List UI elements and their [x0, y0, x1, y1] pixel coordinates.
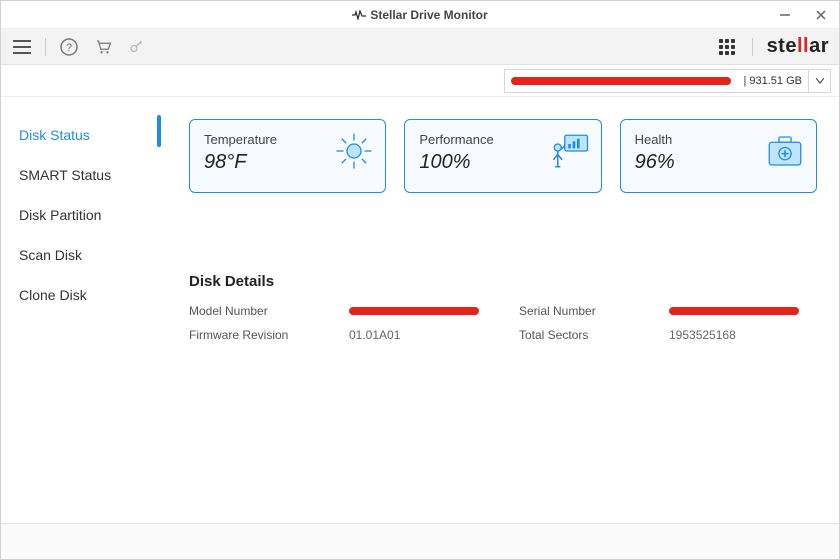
sidebar-item-disk-partition[interactable]: Disk Partition — [1, 195, 161, 235]
value-total-sectors: 1953525168 — [669, 328, 829, 342]
content: Temperature 98°F Performance 100% Health… — [161, 97, 839, 523]
sidebar-item-label: Scan Disk — [19, 247, 82, 263]
key-button[interactable] — [126, 36, 148, 58]
value-firmware: 01.01A01 — [349, 328, 519, 342]
chevron-down-icon — [816, 78, 824, 84]
value-model-number — [349, 307, 519, 315]
sun-icon — [333, 130, 375, 177]
medkit-icon — [764, 130, 806, 177]
apps-button[interactable] — [716, 36, 738, 58]
sidebar-item-disk-status[interactable]: Disk Status — [1, 115, 161, 155]
sidebar-item-clone-disk[interactable]: Clone Disk — [1, 275, 161, 315]
heartbeat-icon — [352, 10, 366, 20]
sidebar-item-label: SMART Status — [19, 167, 111, 183]
hamburger-icon — [13, 40, 31, 54]
cart-icon — [94, 38, 112, 56]
close-button[interactable] — [803, 1, 839, 28]
disk-details-grid: Model Number Serial Number Firmware Revi… — [189, 304, 817, 342]
window-title-text: Stellar Drive Monitor — [370, 8, 487, 22]
drive-size: | 931.51 GB — [737, 75, 808, 87]
sidebar-item-scan-disk[interactable]: Scan Disk — [1, 235, 161, 275]
window-title: Stellar Drive Monitor — [352, 8, 487, 22]
help-button[interactable]: ? — [58, 36, 80, 58]
drive-selector-caret[interactable] — [808, 70, 830, 92]
value-serial-number — [669, 307, 829, 315]
drive-selector[interactable]: | 931.51 GB — [504, 69, 831, 93]
label-model-number: Model Number — [189, 304, 349, 318]
drive-selector-row: | 931.51 GB — [1, 65, 839, 97]
redacted-bar — [669, 307, 799, 315]
svg-text:?: ? — [66, 42, 72, 54]
cart-button[interactable] — [92, 36, 114, 58]
body: Disk Status SMART Status Disk Partition … — [1, 97, 839, 523]
help-icon: ? — [60, 38, 78, 56]
window-controls — [767, 1, 839, 28]
disk-details-heading: Disk Details — [189, 273, 817, 290]
redacted-bar — [349, 307, 479, 315]
sidebar-item-label: Disk Status — [19, 127, 90, 143]
minimize-button[interactable] — [767, 1, 803, 28]
key-icon — [128, 38, 146, 56]
disk-details: Disk Details Model Number Serial Number … — [189, 273, 817, 342]
presentation-icon — [549, 130, 591, 177]
sidebar-item-label: Clone Disk — [19, 287, 87, 303]
card-health: Health 96% — [620, 119, 817, 193]
app-window: Stellar Drive Monitor ? — [0, 0, 840, 560]
card-temperature: Temperature 98°F — [189, 119, 386, 193]
brand-logo: stellar — [767, 35, 829, 58]
footer — [1, 523, 839, 559]
drive-name-redacted — [511, 77, 731, 85]
toolbar-separator — [752, 38, 753, 56]
label-firmware: Firmware Revision — [189, 328, 349, 342]
sidebar-item-smart-status[interactable]: SMART Status — [1, 155, 161, 195]
toolbar-separator — [45, 38, 46, 56]
sidebar: Disk Status SMART Status Disk Partition … — [1, 97, 161, 523]
titlebar: Stellar Drive Monitor — [1, 1, 839, 29]
label-total-sectors: Total Sectors — [519, 328, 669, 342]
grid-icon — [719, 39, 735, 55]
label-serial-number: Serial Number — [519, 304, 669, 318]
menu-button[interactable] — [11, 36, 33, 58]
sidebar-item-label: Disk Partition — [19, 207, 101, 223]
toolbar: ? stellar — [1, 29, 839, 65]
status-cards: Temperature 98°F Performance 100% Health… — [189, 119, 817, 193]
sidebar-active-indicator — [157, 115, 161, 147]
card-performance: Performance 100% — [404, 119, 601, 193]
